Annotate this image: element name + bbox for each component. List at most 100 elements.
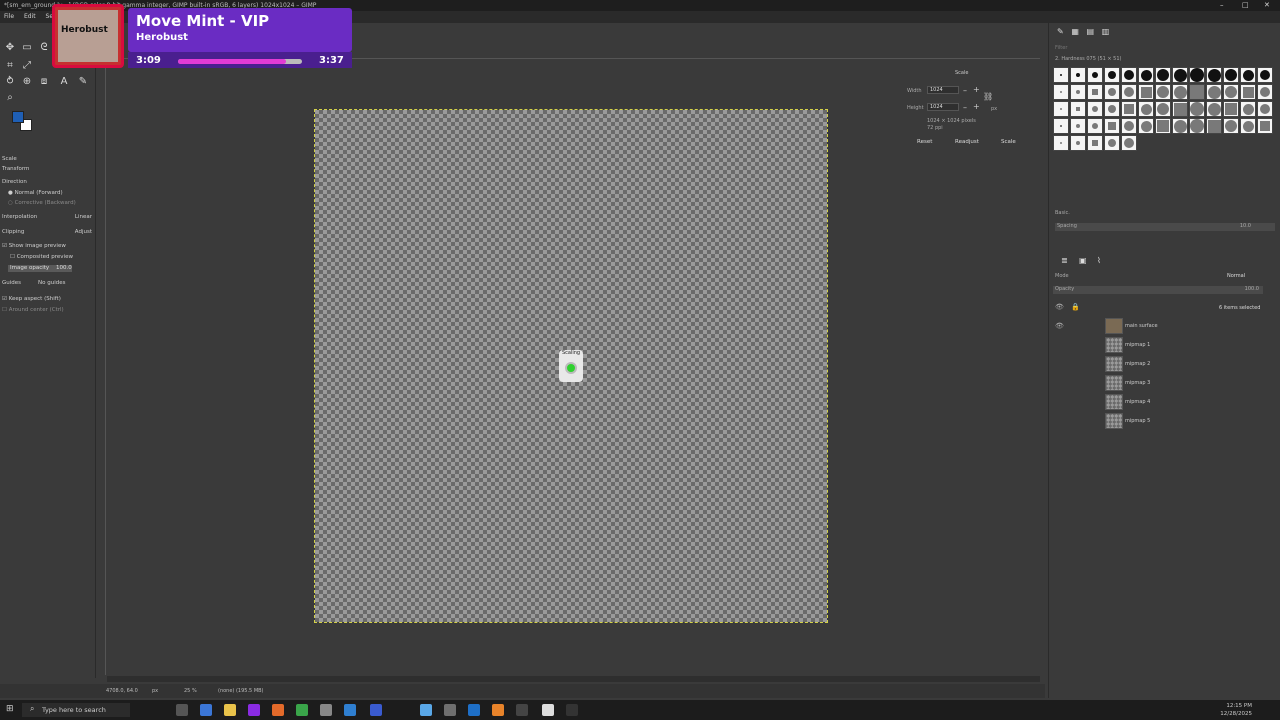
brush-preset[interactable] bbox=[1189, 67, 1205, 83]
blender-icon[interactable] bbox=[492, 704, 504, 716]
app-icon[interactable] bbox=[516, 704, 528, 716]
brush-preset[interactable] bbox=[1087, 135, 1103, 151]
brush-preset[interactable] bbox=[1104, 67, 1120, 83]
perspective-icon[interactable]: ⧈ bbox=[37, 75, 51, 89]
brush-preset[interactable] bbox=[1121, 135, 1137, 151]
file-explorer-icon[interactable] bbox=[224, 704, 236, 716]
brush-preset[interactable] bbox=[1070, 101, 1086, 117]
brush-preset[interactable] bbox=[1155, 67, 1171, 83]
composited-preview-checkbox[interactable]: ☐ Composited preview bbox=[10, 253, 102, 262]
layer-row[interactable]: mipmap 3 bbox=[1105, 374, 1275, 392]
brush-preset[interactable] bbox=[1172, 118, 1188, 134]
unit-select[interactable]: px bbox=[991, 106, 997, 112]
brush-preset[interactable] bbox=[1070, 67, 1086, 83]
brush-preset[interactable] bbox=[1240, 101, 1256, 117]
tab-fonts-icon[interactable]: ▤ bbox=[1087, 27, 1095, 36]
layer-row[interactable]: mipmap 4 bbox=[1105, 393, 1275, 411]
app-icon[interactable] bbox=[542, 704, 554, 716]
brush-preset[interactable] bbox=[1138, 84, 1154, 100]
warp-tool-icon[interactable]: ⥁ bbox=[3, 75, 17, 89]
app-icon[interactable] bbox=[420, 704, 432, 716]
brush-preset[interactable] bbox=[1257, 67, 1273, 83]
brush-preset[interactable] bbox=[1206, 101, 1222, 117]
app-icon[interactable] bbox=[468, 704, 480, 716]
brush-preset[interactable] bbox=[1155, 84, 1171, 100]
brush-preset[interactable] bbox=[1070, 135, 1086, 151]
show-preview-checkbox[interactable]: ☑ Show image preview bbox=[2, 242, 94, 251]
direction-normal-radio[interactable]: ● Normal (Forward) bbox=[8, 189, 100, 198]
brush-preset[interactable] bbox=[1257, 118, 1273, 134]
brush-preset[interactable] bbox=[1087, 118, 1103, 134]
brush-preset[interactable] bbox=[1087, 67, 1103, 83]
brush-preset[interactable] bbox=[1053, 118, 1069, 134]
brush-preset[interactable] bbox=[1070, 118, 1086, 134]
readjust-button[interactable]: Readjust bbox=[955, 139, 979, 145]
clipping-row[interactable]: Clipping Adjust bbox=[2, 228, 94, 237]
brush-preset[interactable] bbox=[1172, 101, 1188, 117]
brush-preset[interactable] bbox=[1053, 135, 1069, 151]
brush-preset[interactable] bbox=[1053, 101, 1069, 117]
chain-link-icon[interactable]: ⛓ bbox=[983, 92, 993, 101]
tab-patterns-icon[interactable]: ▦ bbox=[1071, 27, 1079, 36]
brush-preset[interactable] bbox=[1087, 84, 1103, 100]
brush-filter-input[interactable]: Filter bbox=[1055, 45, 1067, 51]
brush-preset[interactable] bbox=[1240, 118, 1256, 134]
interpolation-row[interactable]: Interpolation Linear bbox=[2, 213, 94, 222]
chrome-icon[interactable] bbox=[200, 704, 212, 716]
brush-preset[interactable] bbox=[1189, 84, 1205, 100]
brush-preset[interactable] bbox=[1172, 67, 1188, 83]
brush-preset[interactable] bbox=[1104, 135, 1120, 151]
tab-documents-icon[interactable]: ▥ bbox=[1102, 27, 1110, 36]
height-input[interactable]: 1024 bbox=[927, 103, 959, 111]
notepad-icon[interactable] bbox=[320, 704, 332, 716]
brush-preset[interactable] bbox=[1155, 118, 1171, 134]
around-center-checkbox[interactable]: ☐ Around center (Ctrl) bbox=[2, 306, 94, 315]
brush-preset[interactable] bbox=[1138, 118, 1154, 134]
paths-tab-icon[interactable]: ⌇ bbox=[1097, 256, 1101, 265]
brush-preset[interactable] bbox=[1121, 84, 1137, 100]
canvas-area[interactable]: Scaling bbox=[107, 60, 1040, 675]
brush-preset[interactable] bbox=[1189, 101, 1205, 117]
width-input[interactable]: 1024 bbox=[927, 86, 959, 94]
zoom-tool-icon[interactable]: ⌕ bbox=[3, 91, 17, 105]
width-plus-icon[interactable]: + bbox=[973, 85, 980, 94]
clone-tool-icon[interactable]: ⊕ bbox=[20, 75, 34, 89]
vscode-icon[interactable] bbox=[344, 704, 356, 716]
brush-preset[interactable] bbox=[1223, 67, 1239, 83]
layer-row[interactable]: mipmap 1 bbox=[1105, 336, 1275, 354]
height-minus-icon[interactable]: – bbox=[963, 103, 967, 112]
transform-tool-icon[interactable]: ⤢ bbox=[20, 59, 34, 73]
foreground-color[interactable] bbox=[12, 111, 24, 123]
brush-preset[interactable] bbox=[1121, 67, 1137, 83]
crop-tool-icon[interactable]: ⌗ bbox=[3, 59, 17, 73]
taskbar-search[interactable]: Type here to search bbox=[22, 703, 130, 717]
brush-preset[interactable] bbox=[1172, 84, 1188, 100]
width-minus-icon[interactable]: – bbox=[963, 86, 967, 95]
twitch-icon[interactable] bbox=[248, 704, 260, 716]
layer-visibility-icon[interactable]: 👁 bbox=[1055, 322, 1064, 330]
close-icon[interactable]: ✕ bbox=[1264, 0, 1270, 11]
gimp-taskbar-icon[interactable] bbox=[444, 704, 456, 716]
brush-preset[interactable] bbox=[1104, 101, 1120, 117]
brush-preset[interactable] bbox=[1206, 118, 1222, 134]
brush-grid[interactable] bbox=[1053, 67, 1275, 151]
brush-preset[interactable] bbox=[1206, 84, 1222, 100]
brush-preset[interactable] bbox=[1223, 84, 1239, 100]
opacity-slider[interactable]: Opacity 100.0 bbox=[1053, 286, 1263, 294]
brush-preset[interactable] bbox=[1121, 101, 1137, 117]
brush-preset[interactable] bbox=[1155, 101, 1171, 117]
brush-preset[interactable] bbox=[1223, 118, 1239, 134]
brush-preset[interactable] bbox=[1070, 84, 1086, 100]
unit-selector[interactable]: px bbox=[152, 684, 158, 698]
system-clock[interactable]: 12:15 PM 12/28/2025 bbox=[1220, 702, 1252, 718]
guides-select[interactable]: No guides bbox=[38, 279, 65, 288]
spacing-slider[interactable]: Spacing 10.0 bbox=[1055, 223, 1275, 231]
firefox-icon[interactable] bbox=[272, 704, 284, 716]
color-swatches[interactable] bbox=[12, 111, 34, 133]
menu-edit[interactable]: Edit bbox=[24, 13, 36, 20]
brush-preset[interactable] bbox=[1223, 101, 1239, 117]
brush-preset[interactable] bbox=[1053, 84, 1069, 100]
layer-row[interactable]: main surface bbox=[1105, 317, 1275, 335]
brush-preset[interactable] bbox=[1053, 67, 1069, 83]
height-plus-icon[interactable]: + bbox=[973, 102, 980, 111]
